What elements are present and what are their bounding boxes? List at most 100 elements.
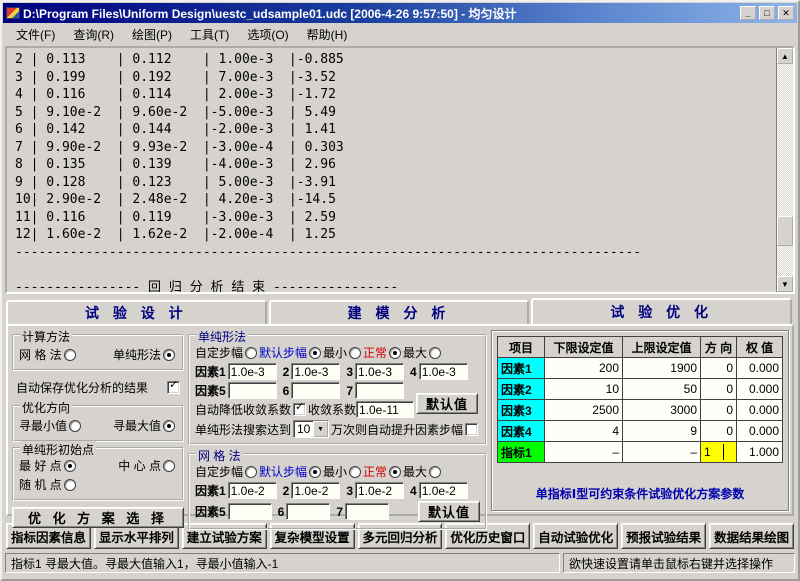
- weight-cell[interactable]: 0.000: [737, 421, 783, 442]
- col-header-upper: 上限设定值: [623, 337, 701, 358]
- simplex-factor4-input[interactable]: [419, 363, 468, 380]
- seek-max-label: 寻最大值: [113, 417, 161, 434]
- factor6-label: 6: [278, 505, 285, 519]
- grid-default-step-radio[interactable]: [309, 466, 321, 478]
- boost-step-checkbox[interactable]: ✓: [465, 423, 478, 436]
- simplex-factor5-input[interactable]: [228, 382, 277, 399]
- best-point-radio[interactable]: [64, 460, 76, 472]
- center-point-radio[interactable]: [163, 460, 175, 472]
- row-label: 因素3: [498, 400, 545, 421]
- search-count-value: 10: [294, 422, 313, 436]
- factor3-label: 3: [346, 484, 353, 498]
- grid-min-step-radio[interactable]: [349, 466, 361, 478]
- grid-group-title: 网 格 法: [196, 447, 243, 464]
- weight-cell[interactable]: 0.000: [737, 379, 783, 400]
- upper-cell[interactable]: 1900: [623, 358, 701, 379]
- grid-method-radio[interactable]: [64, 349, 76, 361]
- direction-cell[interactable]: 0: [701, 379, 737, 400]
- maximize-button[interactable]: □: [759, 6, 775, 20]
- factor2-label: 2: [283, 484, 290, 498]
- direction-cell[interactable]: 0: [701, 421, 737, 442]
- simplex-factor1-input[interactable]: [228, 363, 277, 380]
- auto-reduce-checkbox[interactable]: ✓: [293, 403, 306, 416]
- grid-normal-step-radio[interactable]: [389, 466, 401, 478]
- menu-query[interactable]: 查询(R): [64, 24, 123, 45]
- seek-max-radio[interactable]: [163, 420, 175, 432]
- scroll-down-icon[interactable]: ▼: [777, 276, 793, 292]
- menu-plot[interactable]: 绘图(P): [123, 24, 181, 45]
- factor6-label: 6: [283, 384, 290, 398]
- calc-method-group: 计算方法 网 格 法 单纯形法: [12, 334, 184, 371]
- menu-file[interactable]: 文件(F): [7, 24, 64, 45]
- grid-factor6-input[interactable]: [286, 503, 330, 520]
- scroll-up-icon[interactable]: ▲: [777, 48, 793, 64]
- col-header-lower: 下限设定值: [545, 337, 623, 358]
- random-point-radio[interactable]: [64, 479, 76, 491]
- factor1-label: 因素1: [195, 363, 226, 380]
- data-result-plot-button[interactable]: 数据结果绘图: [709, 523, 794, 549]
- menu-help[interactable]: 帮助(H): [298, 24, 357, 45]
- direction-cell[interactable]: 0: [701, 400, 737, 421]
- grid-factor2-input[interactable]: [291, 482, 340, 499]
- weight-cell[interactable]: 0.000: [737, 400, 783, 421]
- simplex-factor3-input[interactable]: [355, 363, 404, 380]
- upper-cell[interactable]: 50: [623, 379, 701, 400]
- simplex-method-radio[interactable]: [163, 349, 175, 361]
- search-count-dropdown[interactable]: 10 ▼: [293, 420, 329, 438]
- normal-step-radio[interactable]: [389, 347, 401, 359]
- lower-cell[interactable]: 200: [545, 358, 623, 379]
- grid-factor1-input[interactable]: [228, 482, 277, 499]
- scrollbar-thumb[interactable]: [777, 216, 793, 246]
- convergence-input[interactable]: [356, 401, 414, 418]
- status-bar: 指标1 寻最大值。寻最大值输入1，寻最小值输入-1 欲快速设置请单击鼠标右键并选…: [5, 553, 795, 573]
- grid-default-button[interactable]: 默认值: [418, 501, 480, 522]
- direction-cell[interactable]: 0: [701, 358, 737, 379]
- grid-factor7-input[interactable]: [345, 503, 389, 520]
- tab-modeling-analysis[interactable]: 建 模 分 析: [269, 300, 530, 324]
- autosave-checkbox[interactable]: ✓: [167, 381, 180, 394]
- grid-factor4-input[interactable]: [419, 482, 468, 499]
- simplex-start-title: 单纯形初始点: [20, 441, 96, 458]
- grid-factor3-input[interactable]: [355, 482, 404, 499]
- grid-max-step-radio[interactable]: [429, 466, 441, 478]
- simplex-group: 单纯形法 自定步幅 默认步幅 最小 正常 最大 因素1 2: [188, 334, 487, 445]
- upper-cell[interactable]: 3000: [623, 400, 701, 421]
- opt-settings-table: 项目 下限设定值 上限设定值 方 向 权 值 因素1 200 1900 0 0.…: [497, 336, 783, 463]
- simplex-default-button[interactable]: 默认值: [416, 393, 478, 414]
- direction-cell-editing[interactable]: 1: [701, 442, 737, 463]
- opt-direction-group: 优化方向 寻最小值 寻最大值: [12, 405, 184, 442]
- default-step-radio[interactable]: [309, 347, 321, 359]
- upper-cell[interactable]: –: [623, 442, 701, 463]
- close-button[interactable]: ✕: [778, 6, 794, 20]
- menu-options[interactable]: 选项(O): [238, 24, 297, 45]
- predict-experiment-results-button[interactable]: 预报试验结果: [621, 523, 706, 549]
- custom-step-radio[interactable]: [245, 347, 257, 359]
- auto-experiment-optimization-button[interactable]: 自动试验优化: [533, 523, 618, 549]
- optimization-scheme-button[interactable]: 优 化 方 案 选 择: [12, 507, 184, 528]
- lower-cell[interactable]: 10: [545, 379, 623, 400]
- menu-tools[interactable]: 工具(T): [181, 24, 238, 45]
- max-step-radio[interactable]: [429, 347, 441, 359]
- seek-min-radio[interactable]: [69, 420, 81, 432]
- simplex-factor2-input[interactable]: [291, 363, 340, 380]
- calc-method-title: 计算方法: [20, 328, 72, 345]
- grid-custom-step-radio[interactable]: [245, 466, 257, 478]
- vertical-scrollbar[interactable]: ▲ ▼: [776, 48, 793, 292]
- simplex-factor7-input[interactable]: [355, 382, 404, 399]
- weight-cell[interactable]: 0.000: [737, 358, 783, 379]
- app-icon: [6, 7, 20, 19]
- tab-experiment-design[interactable]: 试 验 设 计: [6, 300, 267, 324]
- lower-cell[interactable]: 2500: [545, 400, 623, 421]
- simplex-factor6-input[interactable]: [291, 382, 340, 399]
- grid-factor5-input[interactable]: [228, 503, 272, 520]
- min-step-radio[interactable]: [349, 347, 361, 359]
- dropdown-arrow-icon[interactable]: ▼: [313, 421, 328, 437]
- factor5-label: 因素5: [195, 503, 226, 520]
- weight-cell[interactable]: 1.000: [737, 442, 783, 463]
- tab-experiment-optimization[interactable]: 试 验 优 化: [531, 298, 792, 324]
- lower-cell[interactable]: –: [545, 442, 623, 463]
- minimize-button[interactable]: _: [740, 6, 756, 20]
- lower-cell[interactable]: 4: [545, 421, 623, 442]
- upper-cell[interactable]: 9: [623, 421, 701, 442]
- regression-output-area: 2 | 0.113 | 0.112 | 1.00e-3 |-0.885 3 | …: [5, 46, 795, 294]
